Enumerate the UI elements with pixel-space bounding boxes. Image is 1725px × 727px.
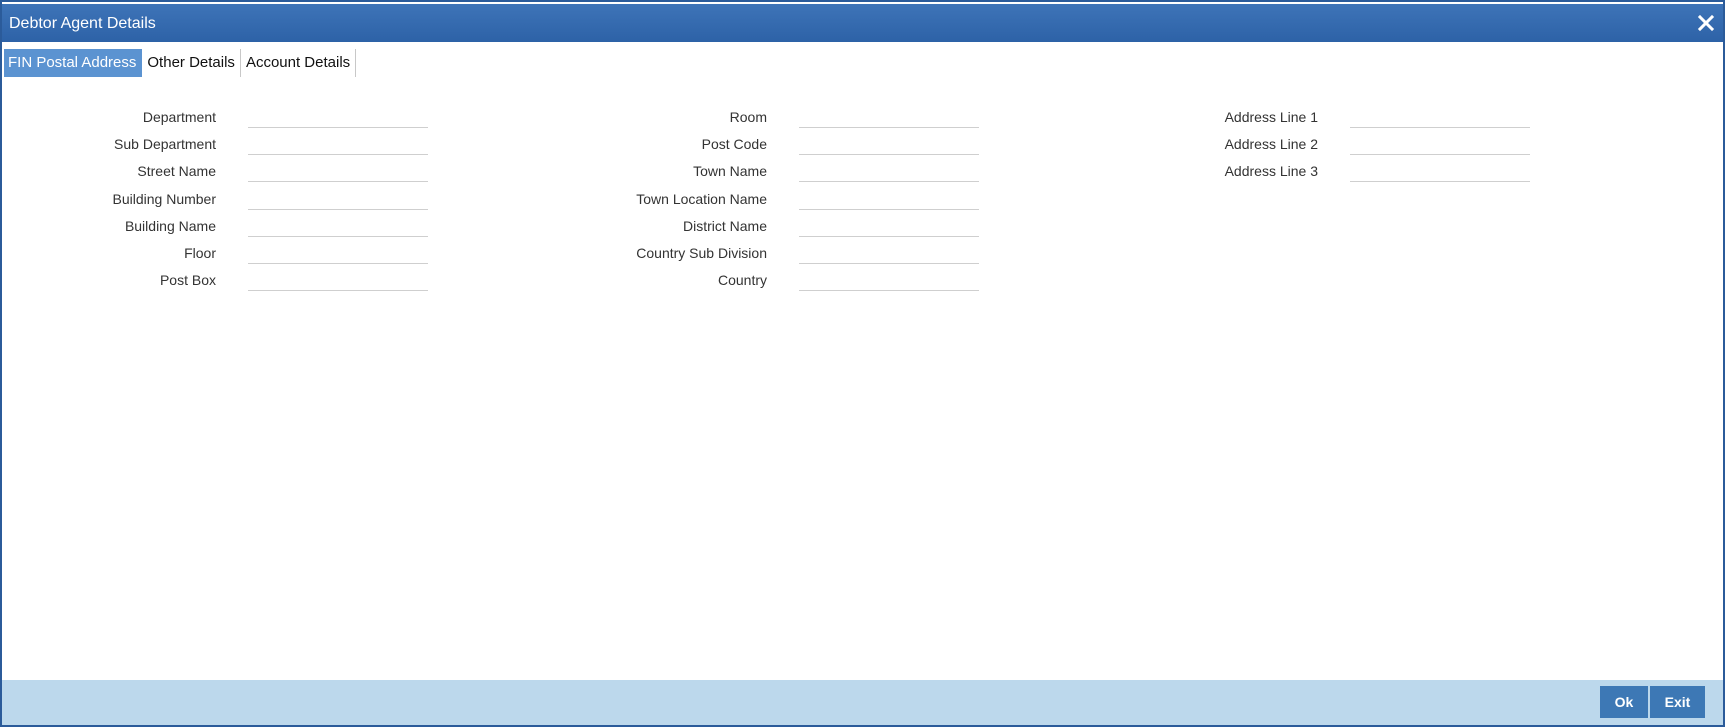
building-name-input[interactable] — [248, 217, 428, 237]
post-box-label: Post Box — [159, 272, 216, 288]
tab-account-details[interactable]: Account Details — [241, 49, 357, 77]
footer-bar: Ok Exit — [2, 680, 1723, 725]
street-name-label: Street Name — [137, 163, 216, 179]
building-number-label: Building Number — [112, 191, 217, 207]
tab-fin-postal-address[interactable]: FIN Postal Address — [4, 49, 143, 77]
street-name-input[interactable] — [248, 162, 428, 182]
district-name-input[interactable] — [799, 217, 979, 237]
country-sub-division-label: Country Sub Division — [636, 245, 767, 261]
country-input[interactable] — [799, 271, 979, 291]
district-name-label: District Name — [682, 218, 767, 234]
close-button[interactable] — [1693, 10, 1719, 36]
country-label: Country — [717, 272, 767, 288]
floor-input[interactable] — [248, 244, 428, 264]
room-label: Room — [729, 109, 767, 125]
room-input[interactable] — [799, 108, 979, 128]
post-box-input[interactable] — [248, 271, 428, 291]
town-name-input[interactable] — [799, 162, 979, 182]
building-number-input[interactable] — [248, 190, 428, 210]
post-code-input[interactable] — [799, 135, 979, 155]
department-input[interactable] — [248, 108, 428, 128]
tab-other-details[interactable]: Other Details — [142, 49, 241, 77]
town-location-name-input[interactable] — [799, 190, 979, 210]
ok-button[interactable]: Ok — [1600, 686, 1648, 718]
address-line-2-input[interactable] — [1350, 135, 1530, 155]
exit-button[interactable]: Exit — [1650, 686, 1705, 718]
dialog-window: Debtor Agent Details FIN Postal Address … — [0, 0, 1725, 727]
country-sub-division-input[interactable] — [799, 244, 979, 264]
title-bar: Debtor Agent Details — [2, 2, 1723, 42]
address-line-3-label: Address Line 3 — [1224, 163, 1318, 179]
town-location-name-label: Town Location Name — [636, 191, 767, 207]
post-code-label: Post Code — [701, 136, 767, 152]
tab-bar: FIN Postal Address Other Details Account… — [4, 49, 357, 77]
sub-department-input[interactable] — [248, 135, 428, 155]
building-name-label: Building Name — [124, 218, 216, 234]
address-line-1-label: Address Line 1 — [1224, 109, 1318, 125]
town-name-label: Town Name — [693, 163, 767, 179]
address-line-1-input[interactable] — [1350, 108, 1530, 128]
close-icon — [1697, 14, 1715, 32]
floor-label: Floor — [184, 245, 216, 261]
window-title: Debtor Agent Details — [9, 15, 156, 32]
sub-department-label: Sub Department — [114, 136, 216, 152]
address-line-3-input[interactable] — [1350, 162, 1530, 182]
address-line-2-label: Address Line 2 — [1224, 136, 1318, 152]
department-label: Department — [142, 109, 216, 125]
